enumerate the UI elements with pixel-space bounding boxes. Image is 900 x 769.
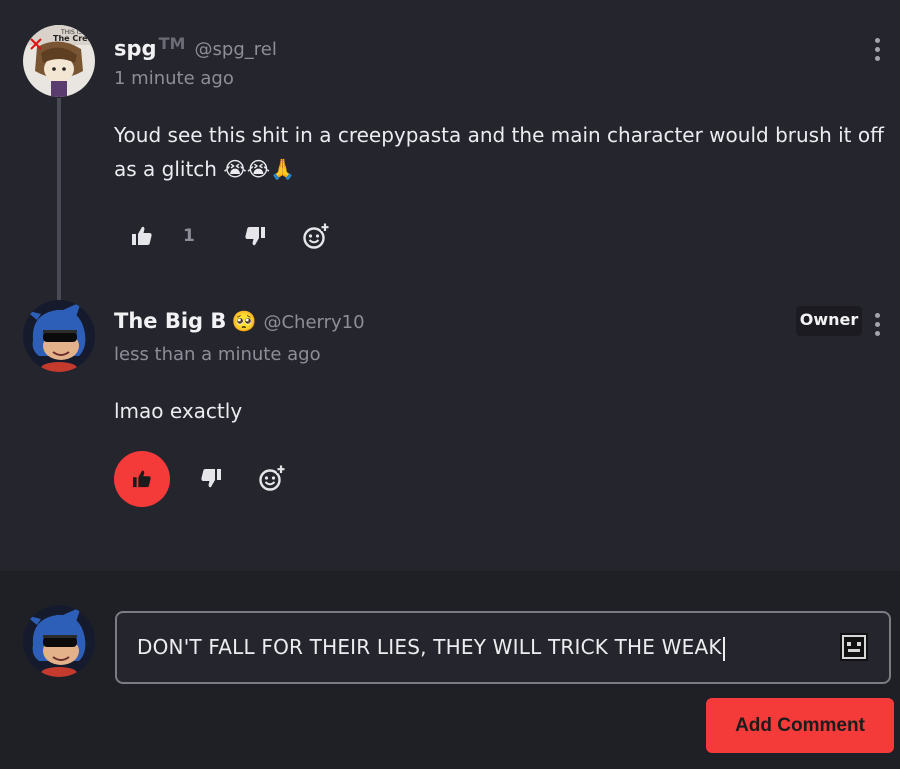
comment-input[interactable]: DON'T FALL FOR THEIR LIES, THEY WILL TRI… xyxy=(115,611,891,684)
comment-author-name[interactable]: The Big B xyxy=(114,309,226,333)
dislike-button[interactable] xyxy=(241,222,269,250)
comment-text: Youd see this shit in a creepypasta and … xyxy=(114,123,884,181)
avatar-spg[interactable]: THIS IS The Creator xyxy=(23,25,95,97)
text-caret xyxy=(722,636,725,661)
dislike-button[interactable] xyxy=(197,464,225,492)
owner-badge: Owner xyxy=(796,306,862,336)
like-button-active[interactable] xyxy=(114,451,170,507)
add-reaction-icon xyxy=(303,223,329,249)
thumbs-up-icon xyxy=(132,226,152,245)
add-reaction-icon xyxy=(259,465,285,491)
kebab-menu-icon[interactable] xyxy=(875,38,881,65)
author-emoji: 🥺 xyxy=(231,309,257,333)
add-reaction-button[interactable] xyxy=(256,462,288,494)
thumbs-down-icon xyxy=(201,469,221,488)
comment-author-handle[interactable]: @Cherry10 xyxy=(263,312,364,333)
comment-author-name[interactable]: spg xyxy=(114,36,157,60)
avatar-the-big-b[interactable] xyxy=(23,300,95,372)
add-reaction-button[interactable] xyxy=(300,220,332,252)
current-user-avatar xyxy=(23,605,95,677)
add-comment-button[interactable]: Add Comment xyxy=(706,698,894,753)
thumbs-up-icon xyxy=(133,470,151,488)
thumbs-down-icon xyxy=(245,227,265,246)
kebab-menu-icon[interactable] xyxy=(875,313,881,340)
thread-line xyxy=(57,98,61,303)
like-count: 1 xyxy=(183,226,195,246)
comment-author-handle[interactable]: @spg_rel xyxy=(195,39,277,60)
comment-input-value: DON'T FALL FOR THEIR LIES, THEY WILL TRI… xyxy=(137,635,722,659)
comment-timestamp: less than a minute ago xyxy=(114,344,321,365)
emoji-picker-button[interactable] xyxy=(840,633,868,661)
emoji-picker-icon xyxy=(840,633,868,661)
like-button[interactable] xyxy=(128,222,156,250)
comment-text: lmao exactly xyxy=(114,399,243,423)
author-suffix: TM xyxy=(158,34,186,53)
comment-timestamp: 1 minute ago xyxy=(114,68,234,89)
